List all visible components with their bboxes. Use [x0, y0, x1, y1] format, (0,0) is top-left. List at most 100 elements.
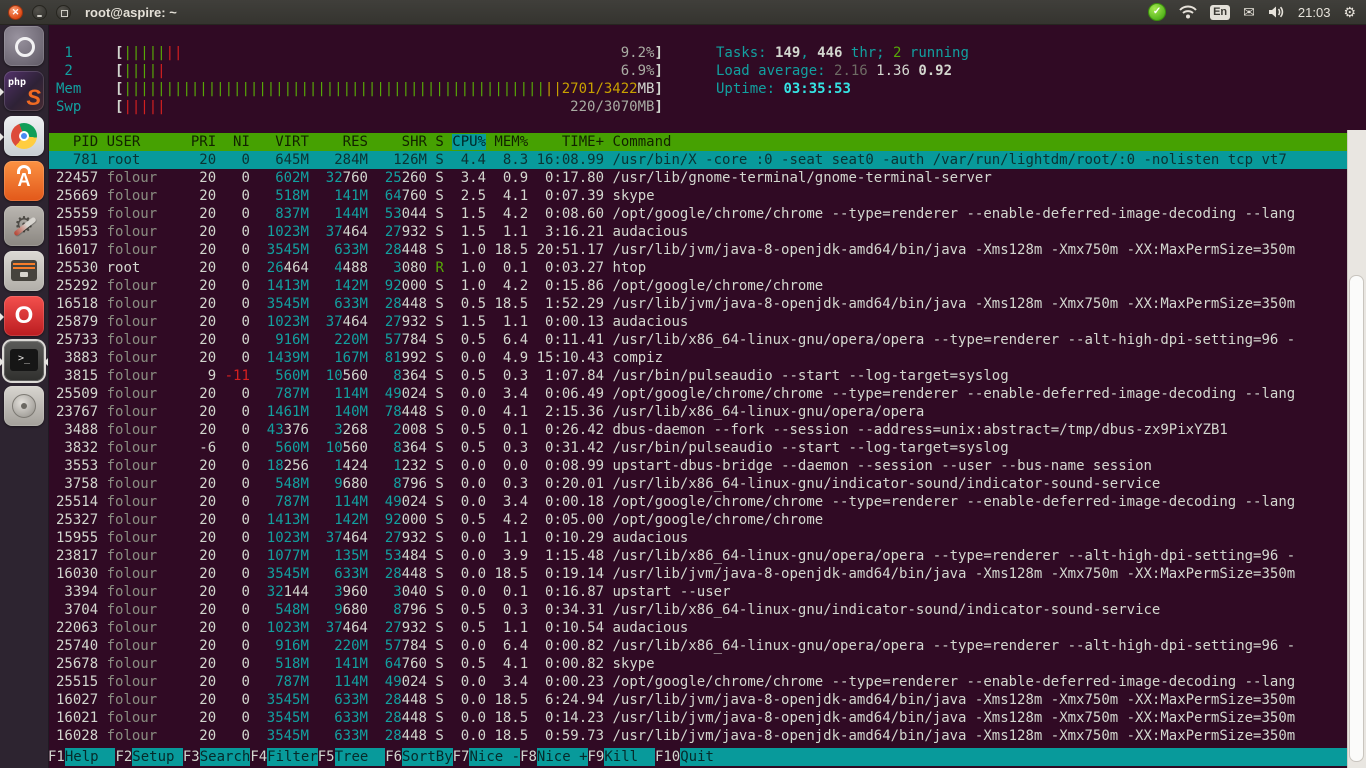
phpstorm-icon: phpS: [4, 71, 44, 111]
top-panel: root@aspire: ~ ✓ En ✉ 21:03 ⚙: [0, 0, 1366, 25]
process-row[interactable]: 25327 folour 20 0 1413M 142M 92000 S 0.5…: [48, 511, 1348, 529]
fkey-label-F5[interactable]: Tree: [335, 748, 386, 766]
process-row[interactable]: 16028 folour 20 0 3545M 633M 28448 S 0.0…: [48, 727, 1348, 745]
fkey-F2[interactable]: F2: [115, 748, 132, 766]
process-row[interactable]: 25514 folour 20 0 787M 114M 49024 S 0.0 …: [48, 493, 1348, 511]
htop-app: 1 [|||||||9.2%] 2 [|||||6.9%]Mem [||||||…: [48, 24, 1348, 768]
process-row[interactable]: 3815 folour 9 -11 560M 10560 8364 S 0.5 …: [48, 367, 1348, 385]
opera-icon: O: [4, 296, 44, 336]
process-row[interactable]: 781 root 20 0 645M 284M 126M S 4.4 8.3 1…: [48, 151, 1348, 169]
maximize-button[interactable]: [56, 5, 71, 20]
process-row[interactable]: 25530 root 20 0 26464 4488 3080 R 1.0 0.…: [48, 259, 1348, 277]
process-row[interactable]: 16030 folour 20 0 3545M 633M 28448 S 0.0…: [48, 565, 1348, 583]
keyboard-layout-indicator[interactable]: En: [1210, 5, 1230, 20]
window-controls: [8, 5, 71, 20]
scrollbar-thumb[interactable]: [1349, 275, 1364, 762]
fkey-label-F7[interactable]: Nice -: [469, 748, 520, 766]
fkey-label-F10[interactable]: Quit: [680, 748, 731, 766]
launcher-item-opera[interactable]: O: [0, 294, 48, 339]
fkey-label-F3[interactable]: Search: [200, 748, 251, 766]
cpu1-meter: 1 [|||||||9.2%]: [56, 44, 663, 62]
tasks-line: Tasks: 149, 446 thr; 2 running: [716, 44, 969, 62]
fkey-F5[interactable]: F5: [318, 748, 335, 766]
launcher-item-archive[interactable]: [0, 249, 48, 294]
fkey-F9[interactable]: F9: [588, 748, 605, 766]
software-center-icon: A: [4, 161, 44, 201]
process-row[interactable]: 3488 folour 20 0 43376 3268 2008 S 0.5 0…: [48, 421, 1348, 439]
process-row[interactable]: 25292 folour 20 0 1413M 142M 92000 S 1.0…: [48, 277, 1348, 295]
process-row[interactable]: 16518 folour 20 0 3545M 633M 28448 S 0.5…: [48, 295, 1348, 313]
process-row[interactable]: 25509 folour 20 0 787M 114M 49024 S 0.0 …: [48, 385, 1348, 403]
running-indicator: [0, 358, 4, 366]
process-row[interactable]: 25669 folour 20 0 518M 141M 64760 S 2.5 …: [48, 187, 1348, 205]
disks-icon: [4, 386, 44, 426]
clock[interactable]: 21:03: [1298, 5, 1331, 20]
process-row[interactable]: 3883 folour 20 0 1439M 167M 81992 S 0.0 …: [48, 349, 1348, 367]
terminal-icon: >_: [4, 341, 44, 381]
process-row[interactable]: 3394 folour 20 0 32144 3960 3040 S 0.0 0…: [48, 583, 1348, 601]
launcher-item-phpstorm[interactable]: phpS: [0, 69, 48, 114]
fkey-label-F1[interactable]: Help: [65, 748, 116, 766]
launcher-item-settings[interactable]: ⚙: [0, 204, 48, 249]
process-row[interactable]: 15955 folour 20 0 1023M 37464 27932 S 0.…: [48, 529, 1348, 547]
process-row[interactable]: 3553 folour 20 0 18256 1424 1232 S 0.0 0…: [48, 457, 1348, 475]
terminal-window: 1 [|||||||9.2%] 2 [|||||6.9%]Mem [||||||…: [48, 24, 1366, 768]
fkey-bar-filler: [731, 748, 1348, 766]
process-row[interactable]: 3758 folour 20 0 548M 9680 8796 S 0.0 0.…: [48, 475, 1348, 493]
running-indicator: [0, 133, 4, 141]
archive-manager-icon: [4, 251, 44, 291]
launcher-item-disks[interactable]: [0, 384, 48, 429]
skype-online-icon[interactable]: ✓: [1148, 3, 1166, 21]
volume-icon[interactable]: [1268, 5, 1285, 19]
function-key-bar: F1Help F2Setup F3SearchF4FilterF5Tree F6…: [48, 748, 1348, 766]
htop-stats: Tasks: 149, 446 thr; 2 runningLoad avera…: [716, 44, 969, 98]
process-row[interactable]: 25733 folour 20 0 916M 220M 57784 S 0.5 …: [48, 331, 1348, 349]
launcher-item-terminal[interactable]: >_: [0, 339, 48, 384]
process-row[interactable]: 16017 folour 20 0 3545M 633M 28448 S 1.0…: [48, 241, 1348, 259]
process-row[interactable]: 25559 folour 20 0 837M 144M 53044 S 1.5 …: [48, 205, 1348, 223]
fkey-F10[interactable]: F10: [655, 748, 680, 766]
process-row[interactable]: 23767 folour 20 0 1461M 140M 78448 S 0.0…: [48, 403, 1348, 421]
process-row[interactable]: 3832 folour -6 0 560M 10560 8364 S 0.5 0…: [48, 439, 1348, 457]
mail-icon[interactable]: ✉: [1243, 4, 1255, 20]
fkey-F1[interactable]: F1: [48, 748, 65, 766]
fkey-label-F9[interactable]: Kill: [604, 748, 655, 766]
launcher-item-usc[interactable]: A: [0, 159, 48, 204]
fkey-F7[interactable]: F7: [453, 748, 470, 766]
process-row[interactable]: 22063 folour 20 0 1023M 37464 27932 S 0.…: [48, 619, 1348, 637]
fkey-label-F2[interactable]: Setup: [132, 748, 183, 766]
process-table-header[interactable]: PID USER PRI NI VIRT RES SHR S CPU% MEM%…: [48, 133, 1348, 151]
process-row[interactable]: 23817 folour 20 0 1077M 135M 53484 S 0.0…: [48, 547, 1348, 565]
chrome-icon: [4, 116, 44, 156]
minimize-button[interactable]: [32, 5, 47, 20]
fkey-F3[interactable]: F3: [183, 748, 200, 766]
fkey-F6[interactable]: F6: [385, 748, 402, 766]
process-row[interactable]: 25740 folour 20 0 916M 220M 57784 S 0.0 …: [48, 637, 1348, 655]
desktop: root@aspire: ~ ✓ En ✉ 21:03 ⚙: [0, 0, 1366, 768]
launcher-item-chrome[interactable]: [0, 114, 48, 159]
swap-meter: Swp [|||||220/3070MB]: [56, 98, 663, 116]
process-row[interactable]: 16021 folour 20 0 3545M 633M 28448 S 0.0…: [48, 709, 1348, 727]
fkey-F8[interactable]: F8: [520, 748, 537, 766]
close-button[interactable]: [8, 5, 23, 20]
fkey-label-F4[interactable]: Filter: [267, 748, 318, 766]
process-row[interactable]: 15953 folour 20 0 1023M 37464 27932 S 1.…: [48, 223, 1348, 241]
indicator-area: ✓ En ✉ 21:03 ⚙: [1148, 3, 1356, 21]
process-row[interactable]: 16027 folour 20 0 3545M 633M 28448 S 0.0…: [48, 691, 1348, 709]
process-row[interactable]: 3704 folour 20 0 548M 9680 8796 S 0.5 0.…: [48, 601, 1348, 619]
fkey-F4[interactable]: F4: [250, 748, 267, 766]
memory-meter: Mem [|||||||||||||||||||||||||||||||||||…: [56, 80, 663, 98]
launcher-item-dash[interactable]: [0, 24, 48, 69]
running-indicator: [0, 88, 4, 96]
wifi-icon[interactable]: [1179, 5, 1197, 19]
process-row[interactable]: 22457 folour 20 0 602M 32760 25260 S 3.4…: [48, 169, 1348, 187]
session-gear-icon[interactable]: ⚙: [1343, 4, 1356, 20]
fkey-label-F8[interactable]: Nice +: [537, 748, 588, 766]
fkey-label-F6[interactable]: SortBy: [402, 748, 453, 766]
process-row[interactable]: 25515 folour 20 0 787M 114M 49024 S 0.0 …: [48, 673, 1348, 691]
process-row[interactable]: 25678 folour 20 0 518M 141M 64760 S 0.5 …: [48, 655, 1348, 673]
process-row[interactable]: 25879 folour 20 0 1023M 37464 27932 S 1.…: [48, 313, 1348, 331]
terminal-scrollbar[interactable]: [1347, 130, 1366, 768]
focused-indicator: [44, 358, 48, 366]
load-average-line: Load average: 2.16 1.36 0.92: [716, 62, 969, 80]
